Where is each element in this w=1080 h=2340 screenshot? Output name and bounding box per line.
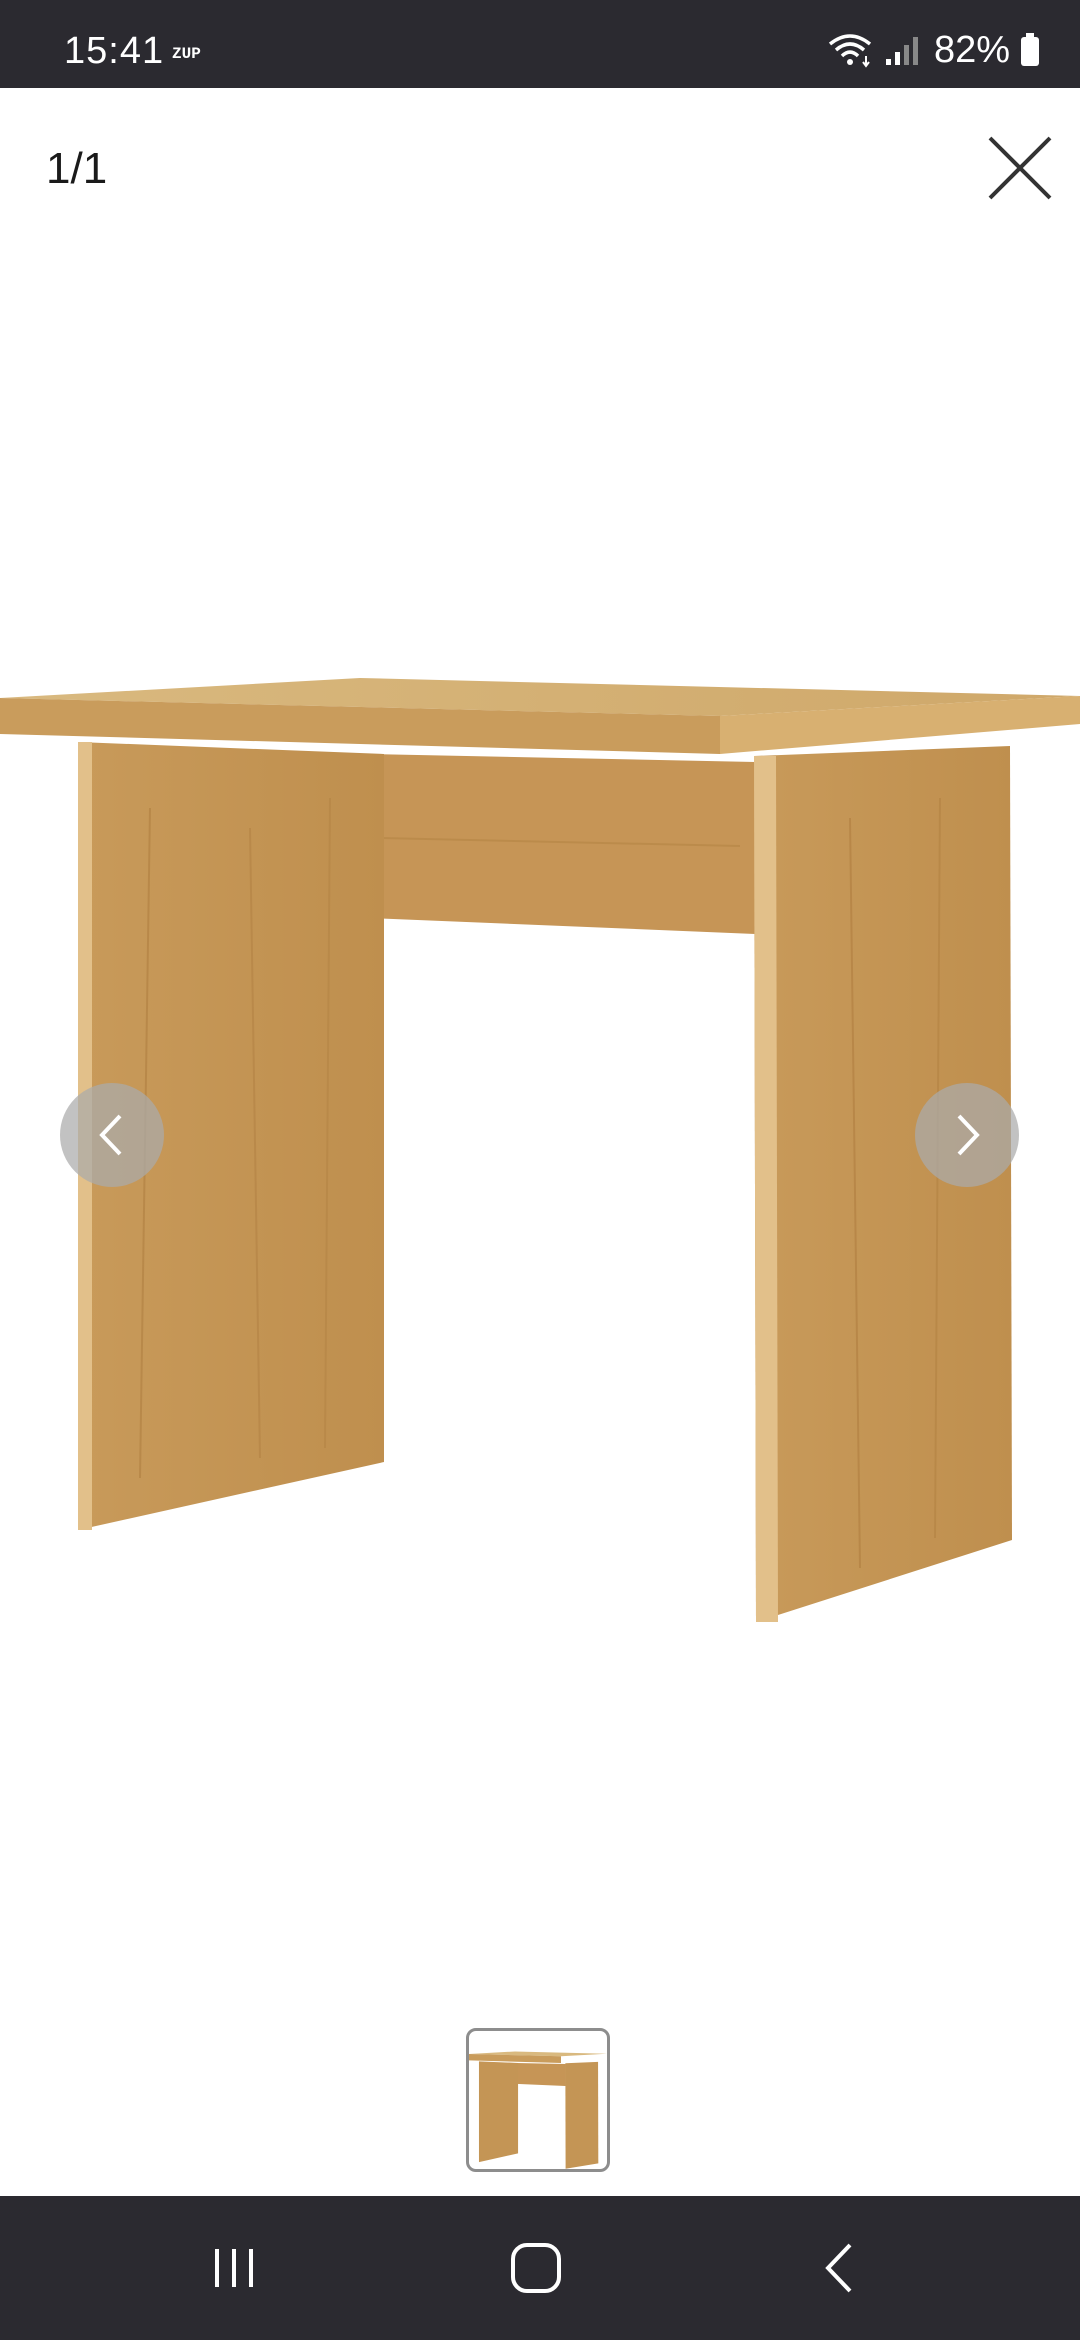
chevron-right-icon: [957, 1114, 980, 1156]
next-image-button[interactable]: [915, 1083, 1019, 1187]
status-icons: 82%: [826, 28, 1040, 71]
image-counter: 1/1: [46, 144, 108, 193]
status-bar: 15:41 ZUP 82%: [0, 0, 1080, 88]
home-button[interactable]: [436, 2196, 636, 2340]
app-notification-icon: ZUP: [172, 45, 201, 63]
back-icon: [825, 2243, 852, 2293]
product-image-desk: [0, 678, 1080, 1622]
signal-icon: [885, 37, 918, 65]
battery-icon: [1021, 33, 1039, 66]
thumbnail-image: [469, 2051, 607, 2169]
status-time: 15:41: [64, 30, 165, 72]
recent-apps-icon: [215, 2249, 253, 2287]
image-viewer: 1/1: [0, 88, 1080, 2196]
desk-thumbnail[interactable]: [466, 2028, 610, 2172]
close-button[interactable]: [982, 130, 1058, 206]
battery-percentage: 82%: [933, 28, 1010, 71]
chevron-left-icon: [99, 1114, 122, 1156]
wifi-icon: [828, 34, 872, 68]
close-icon: [988, 136, 1052, 200]
previous-image-button[interactable]: [60, 1083, 164, 1187]
recent-apps-button[interactable]: [134, 2196, 334, 2340]
back-button[interactable]: [740, 2196, 940, 2340]
system-nav-bar: [0, 2196, 1080, 2340]
home-icon: [511, 2243, 561, 2293]
